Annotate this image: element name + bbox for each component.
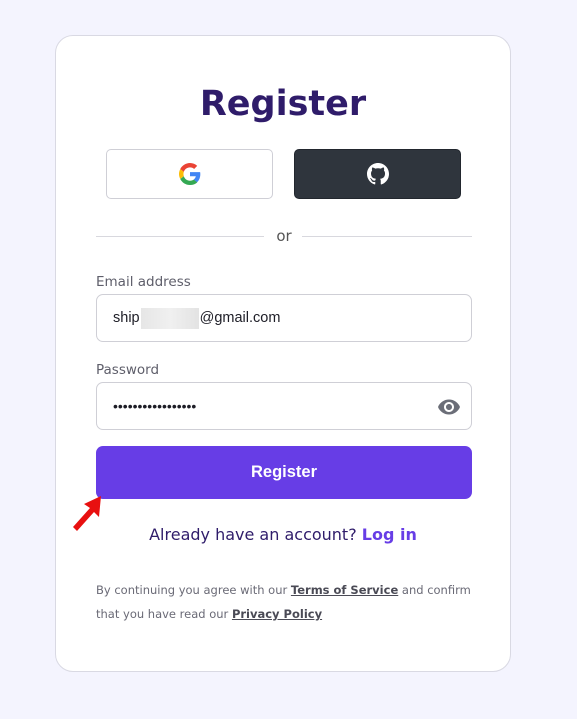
password-label: Password <box>96 362 160 378</box>
redacted-block <box>140 307 199 329</box>
login-link[interactable]: Log in <box>362 525 417 544</box>
register-card: Register or Email address ship @gmail.com… <box>55 35 511 672</box>
password-field[interactable]: ••••••••••••••••• <box>96 382 472 430</box>
page-title: Register <box>199 84 367 124</box>
register-button[interactable]: Register <box>96 446 472 499</box>
login-prompt-text: Already have an account? <box>149 525 357 544</box>
legal-notice: By continuing you agree with our Terms o… <box>96 578 476 626</box>
legal-text-1: By continuing you agree with our <box>96 583 288 597</box>
annotation-arrow-icon <box>73 496 101 531</box>
github-signin-button[interactable] <box>294 149 461 199</box>
divider-line-right <box>302 236 472 237</box>
privacy-policy-link[interactable]: Privacy Policy <box>232 607 322 621</box>
login-prompt-line: Already have an account? Log in <box>56 525 510 544</box>
email-label: Email address <box>96 274 191 290</box>
or-divider: or <box>96 226 472 246</box>
email-value-prefix: ship <box>113 310 140 326</box>
terms-of-service-link[interactable]: Terms of Service <box>291 583 398 597</box>
email-value-suffix: @gmail.com <box>199 310 281 326</box>
email-field[interactable]: ship @gmail.com <box>96 294 472 342</box>
github-octocat-icon <box>366 163 389 185</box>
google-signin-button[interactable] <box>106 149 273 199</box>
password-masked-value: ••••••••••••••••• <box>113 398 197 414</box>
eye-icon[interactable] <box>437 395 461 419</box>
google-g-icon <box>178 163 200 185</box>
